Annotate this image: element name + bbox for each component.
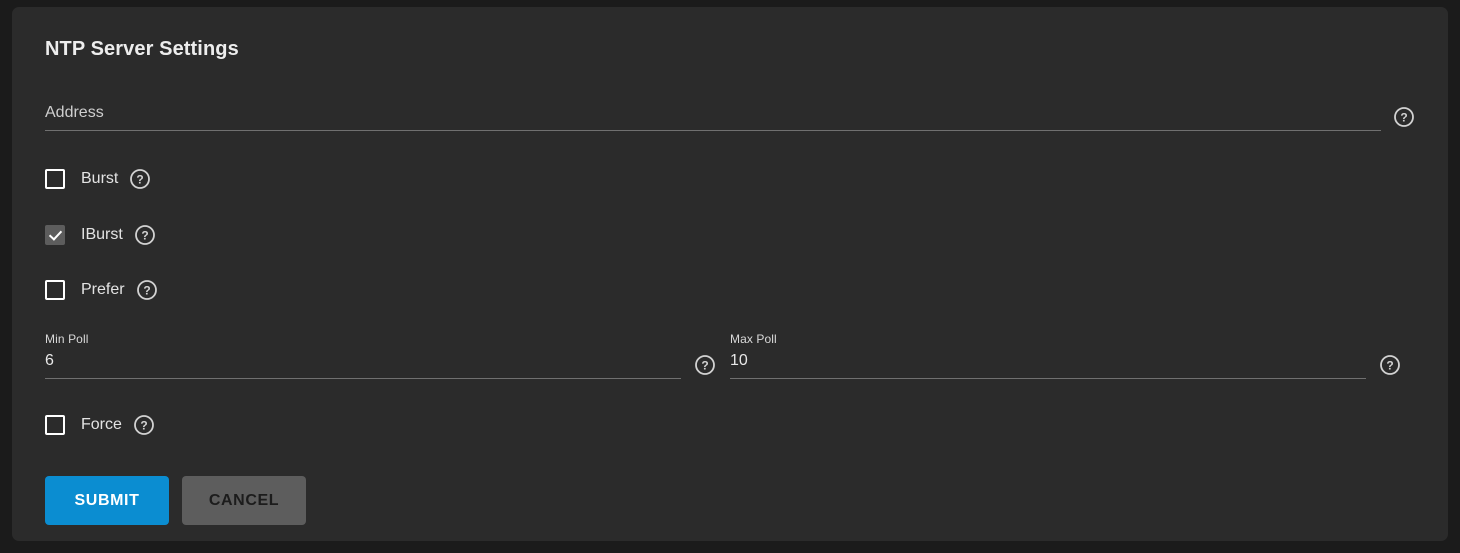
force-label: Force [81, 416, 122, 433]
max-poll-field: Max Poll [730, 332, 1366, 379]
burst-help-icon[interactable]: ? [129, 168, 151, 190]
force-help-icon[interactable]: ? [133, 414, 155, 436]
min-poll-help-icon[interactable]: ? [694, 354, 716, 376]
address-field-row: ? [45, 103, 1415, 131]
svg-text:?: ? [140, 419, 147, 433]
svg-text:?: ? [701, 359, 708, 373]
submit-button[interactable]: SUBMIT [45, 476, 169, 525]
min-poll-label: Min Poll [45, 332, 89, 346]
burst-label: Burst [81, 170, 119, 187]
prefer-label: Prefer [81, 281, 125, 298]
svg-text:?: ? [137, 173, 144, 187]
prefer-help-icon[interactable]: ? [136, 279, 158, 301]
ntp-server-settings-card: NTP Server Settings ? Burst ? [12, 7, 1448, 541]
force-row: Force ? [45, 414, 1415, 436]
page-title: NTP Server Settings [45, 38, 239, 60]
svg-text:?: ? [1386, 359, 1393, 373]
force-checkbox[interactable] [45, 415, 65, 435]
svg-text:?: ? [143, 284, 150, 298]
page-background: NTP Server Settings ? Burst ? [0, 0, 1460, 553]
cancel-button[interactable]: CANCEL [182, 476, 306, 525]
poll-fields-row: Min Poll ? Max Poll ? [45, 332, 1415, 379]
max-poll-input[interactable] [730, 351, 1366, 379]
prefer-checkbox[interactable] [45, 280, 65, 300]
iburst-checkbox[interactable] [45, 225, 65, 245]
max-poll-label: Max Poll [730, 332, 777, 346]
prefer-row: Prefer ? [45, 279, 1415, 301]
iburst-label: IBurst [81, 226, 123, 243]
form-actions: SUBMIT CANCEL [45, 476, 1415, 525]
min-poll-field: Min Poll [45, 332, 681, 379]
svg-text:?: ? [1400, 111, 1407, 125]
address-field [45, 103, 1381, 131]
address-input[interactable] [45, 103, 1381, 131]
iburst-row: IBurst ? [45, 224, 1415, 246]
burst-row: Burst ? [45, 168, 1415, 190]
svg-text:?: ? [141, 229, 148, 243]
max-poll-help-icon[interactable]: ? [1379, 354, 1401, 376]
burst-checkbox[interactable] [45, 169, 65, 189]
address-help-icon[interactable]: ? [1393, 106, 1415, 128]
iburst-help-icon[interactable]: ? [134, 224, 156, 246]
min-poll-input[interactable] [45, 351, 681, 379]
